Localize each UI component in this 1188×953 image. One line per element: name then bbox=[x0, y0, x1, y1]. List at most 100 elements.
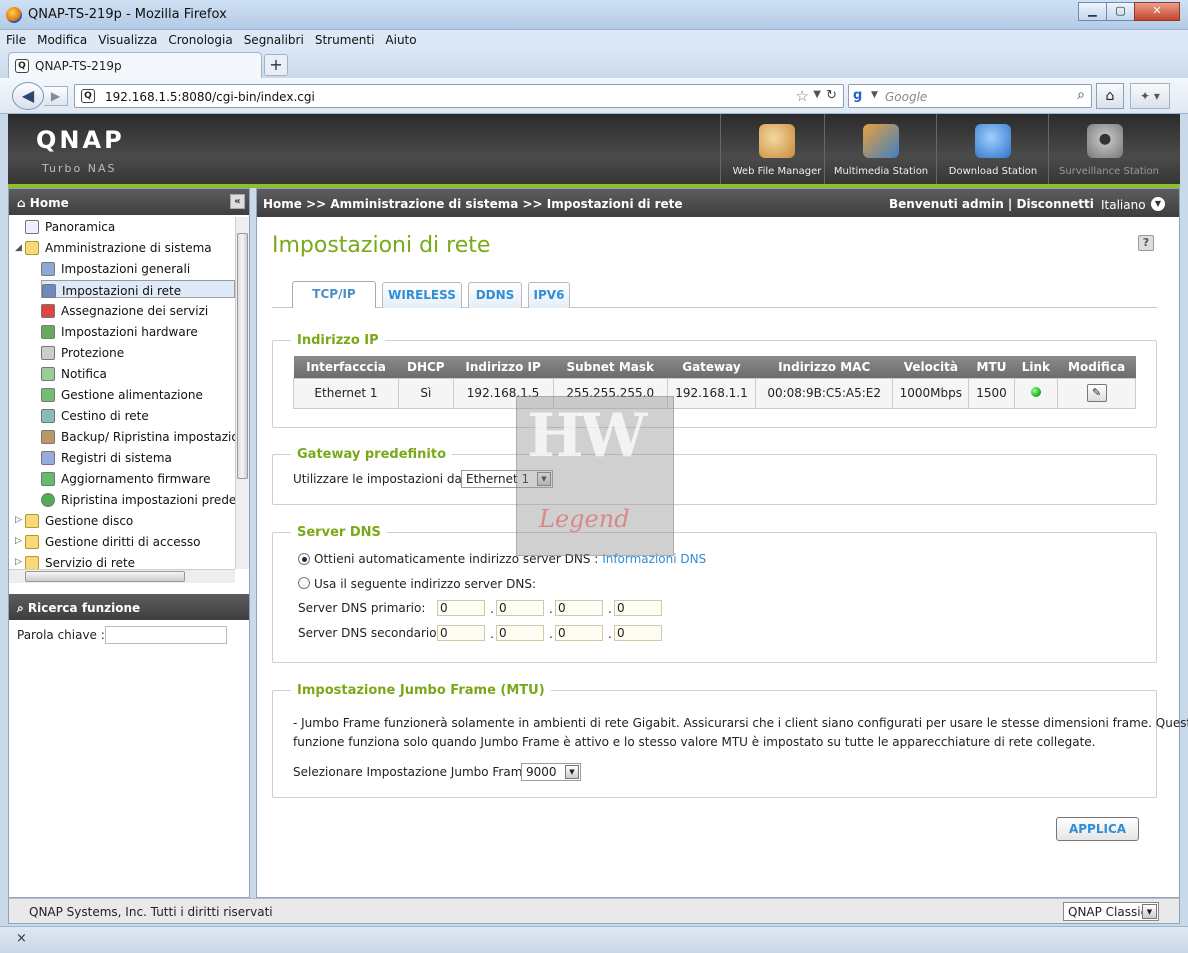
addon-icon[interactable]: ✦ ▾ bbox=[1130, 83, 1170, 109]
dns-auto-radio[interactable] bbox=[298, 553, 310, 565]
url-text[interactable]: 192.168.1.5:8080/cgi-bin/index.cgi bbox=[105, 90, 315, 104]
sidebar-item-firmware[interactable]: Aggiornamento firmware bbox=[41, 469, 235, 490]
url-bar[interactable]: Q 192.168.1.5:8080/cgi-bin/index.cgi ☆ ▼… bbox=[74, 84, 844, 108]
watermark-logo: HW Legend bbox=[516, 396, 674, 556]
expand-arrow-icon[interactable]: ▷ bbox=[15, 515, 22, 525]
search-icon[interactable]: ⌕ bbox=[1077, 87, 1085, 103]
chevron-down-icon[interactable]: ▼ bbox=[1142, 904, 1157, 919]
bookmark-star-icon[interactable]: ☆ bbox=[796, 87, 809, 105]
keyword-input[interactable] bbox=[105, 626, 227, 644]
sidebar-item-diritti-accesso[interactable]: Gestione diritti di accesso bbox=[25, 532, 235, 553]
apply-button[interactable]: APPLICA bbox=[1056, 817, 1139, 841]
breadcrumb[interactable]: Home >> Amministrazione di sistema >> Im… bbox=[263, 197, 683, 211]
sidebar-horizontal-scrollbar[interactable] bbox=[9, 569, 235, 583]
dns-secondary-octet-3[interactable]: 0 bbox=[555, 625, 603, 641]
reload-icon[interactable]: ↻ bbox=[826, 88, 837, 103]
menu-cronologia[interactable]: Cronologia bbox=[162, 30, 237, 47]
help-icon[interactable]: ? bbox=[1138, 235, 1154, 251]
close-button[interactable]: ✕ bbox=[1134, 2, 1180, 21]
sidebar-item-assegnazione-servizi[interactable]: Assegnazione dei servizi bbox=[41, 301, 235, 322]
tab-tcpip[interactable]: TCP/IP bbox=[292, 281, 376, 308]
style-select[interactable]: QNAP Classic ▼ bbox=[1063, 902, 1159, 921]
expand-arrow-icon[interactable]: ◢ bbox=[15, 243, 22, 253]
jumbo-select-label: Selezionare Impostazione Jumbo Frame: bbox=[293, 765, 534, 779]
menu-file[interactable]: File bbox=[0, 30, 31, 47]
tab-ipv6[interactable]: IPV6 bbox=[528, 282, 570, 308]
dns-primary-octet-3[interactable]: 0 bbox=[555, 600, 603, 616]
ip-table-header: Interfacccia DHCP Indirizzo IP Subnet Ma… bbox=[293, 356, 1136, 378]
menu-visualizza[interactable]: Visualizza bbox=[92, 30, 162, 47]
breadcrumb-bar: Home >> Amministrazione di sistema >> Im… bbox=[257, 189, 1179, 217]
sidebar-item-servizio-rete[interactable]: Servizio di rete bbox=[25, 553, 235, 569]
sidebar-item-gestione-alimentazione[interactable]: Gestione alimentazione bbox=[41, 385, 235, 406]
sidebar-item-cestino[interactable]: Cestino di rete bbox=[41, 406, 235, 427]
dns-secondary-octet-2[interactable]: 0 bbox=[496, 625, 544, 641]
site-identity-icon[interactable]: Q bbox=[81, 89, 95, 103]
back-button[interactable]: ◀ bbox=[12, 82, 44, 110]
menu-aiuto[interactable]: Aiuto bbox=[379, 30, 421, 47]
dns-primary-octet-4[interactable]: 0 bbox=[614, 600, 662, 616]
dns-manual-radio[interactable] bbox=[298, 577, 310, 589]
sidebar-item-impostazioni-generali[interactable]: Impostazioni generali bbox=[41, 259, 235, 280]
collapse-sidebar-icon[interactable]: « bbox=[230, 194, 245, 209]
sidebar-item-impostazioni-di-rete[interactable]: Impostazioni di rete bbox=[41, 280, 235, 298]
logout-link[interactable]: Disconnetti bbox=[1017, 197, 1094, 211]
tab-ddns[interactable]: DDNS bbox=[468, 282, 522, 308]
scroll-thumb[interactable] bbox=[25, 571, 185, 582]
close-addon-bar-icon[interactable]: × bbox=[16, 931, 27, 946]
new-tab-button[interactable]: + bbox=[264, 54, 288, 76]
history-dropdown-icon[interactable]: ▼ bbox=[813, 89, 821, 100]
dns-secondary-octet-1[interactable]: 0 bbox=[437, 625, 485, 641]
sidebar-item-protezione[interactable]: Protezione bbox=[41, 343, 235, 364]
watermark-bottom: Legend bbox=[539, 505, 630, 533]
expand-arrow-icon[interactable]: ▷ bbox=[15, 536, 22, 546]
dns-primary-octet-1[interactable]: 0 bbox=[437, 600, 485, 616]
home-button[interactable]: ⌂ bbox=[1096, 83, 1124, 109]
sidebar-item-gestione-disco[interactable]: Gestione disco bbox=[25, 511, 235, 532]
search-placeholder[interactable]: Google bbox=[885, 90, 927, 104]
page-title: Impostazioni di rete bbox=[272, 233, 491, 258]
ip-section-legend: Indirizzo IP bbox=[297, 333, 379, 348]
search-bar[interactable]: g ▼ Google ⌕ bbox=[848, 84, 1092, 108]
minimize-button[interactable]: ▁ bbox=[1078, 2, 1107, 21]
sidebar-item-notifica[interactable]: Notifica bbox=[41, 364, 235, 385]
folder-open-icon bbox=[25, 241, 39, 255]
scroll-thumb[interactable] bbox=[237, 233, 248, 479]
language-selector[interactable]: Italiano bbox=[1101, 198, 1146, 212]
folder-icon bbox=[25, 556, 39, 569]
sidebar-item-panoramica[interactable]: Panoramica bbox=[25, 217, 235, 238]
sidebar-vertical-scrollbar[interactable] bbox=[235, 217, 249, 569]
chevron-down-icon[interactable]: ▼ bbox=[565, 765, 579, 779]
sidebar-home[interactable]: ⌂ Home bbox=[17, 196, 69, 210]
link-status-icon bbox=[1030, 387, 1041, 397]
browser-status-bar: × bbox=[0, 926, 1188, 953]
app-multimedia-station[interactable]: Multimedia Station bbox=[824, 114, 936, 186]
menu-segnalibri[interactable]: Segnalibri bbox=[238, 30, 309, 47]
browser-tab[interactable]: Q QNAP-TS-219p bbox=[8, 52, 262, 78]
google-engine-icon[interactable]: g bbox=[853, 88, 869, 104]
dns-primary-octet-2[interactable]: 0 bbox=[496, 600, 544, 616]
menu-strumenti[interactable]: Strumenti bbox=[309, 30, 380, 47]
menu-modifica[interactable]: Modifica bbox=[31, 30, 92, 47]
expand-arrow-icon[interactable]: ▷ bbox=[15, 557, 22, 567]
engine-dropdown-icon[interactable]: ▼ bbox=[871, 90, 878, 100]
forward-button[interactable]: ▶ bbox=[44, 86, 68, 106]
sidebar-item-amministrazione[interactable]: Amministrazione di sistema bbox=[25, 238, 235, 259]
app-download-station[interactable]: Download Station bbox=[936, 114, 1048, 186]
edit-icon[interactable]: ✎ bbox=[1086, 384, 1107, 402]
dns-secondary-label: Server DNS secondario: bbox=[298, 626, 441, 640]
maximize-button[interactable]: ▢ bbox=[1106, 2, 1135, 21]
welcome-text: Benvenuti admin bbox=[889, 197, 1004, 211]
jumbo-select[interactable]: 9000 ▼ bbox=[521, 763, 581, 781]
app-web-file-manager[interactable]: Web File Manager bbox=[720, 114, 832, 186]
dns-secondary-octet-4[interactable]: 0 bbox=[614, 625, 662, 641]
chevron-down-icon[interactable]: ▼ bbox=[1151, 197, 1165, 211]
tab-wireless[interactable]: WIRELESS bbox=[382, 282, 462, 308]
sidebar-item-ripristina[interactable]: Ripristina impostazioni predefir bbox=[41, 490, 235, 511]
sidebar-item-registri[interactable]: Registri di sistema bbox=[41, 448, 235, 469]
sidebar-item-impostazioni-hardware[interactable]: Impostazioni hardware bbox=[41, 322, 235, 343]
app-surveillance-station[interactable]: Surveillance Station bbox=[1048, 114, 1168, 186]
sidebar-item-backup[interactable]: Backup/ Ripristina impostazion bbox=[41, 427, 235, 448]
power-icon bbox=[41, 388, 55, 402]
download-station-icon bbox=[975, 124, 1011, 158]
